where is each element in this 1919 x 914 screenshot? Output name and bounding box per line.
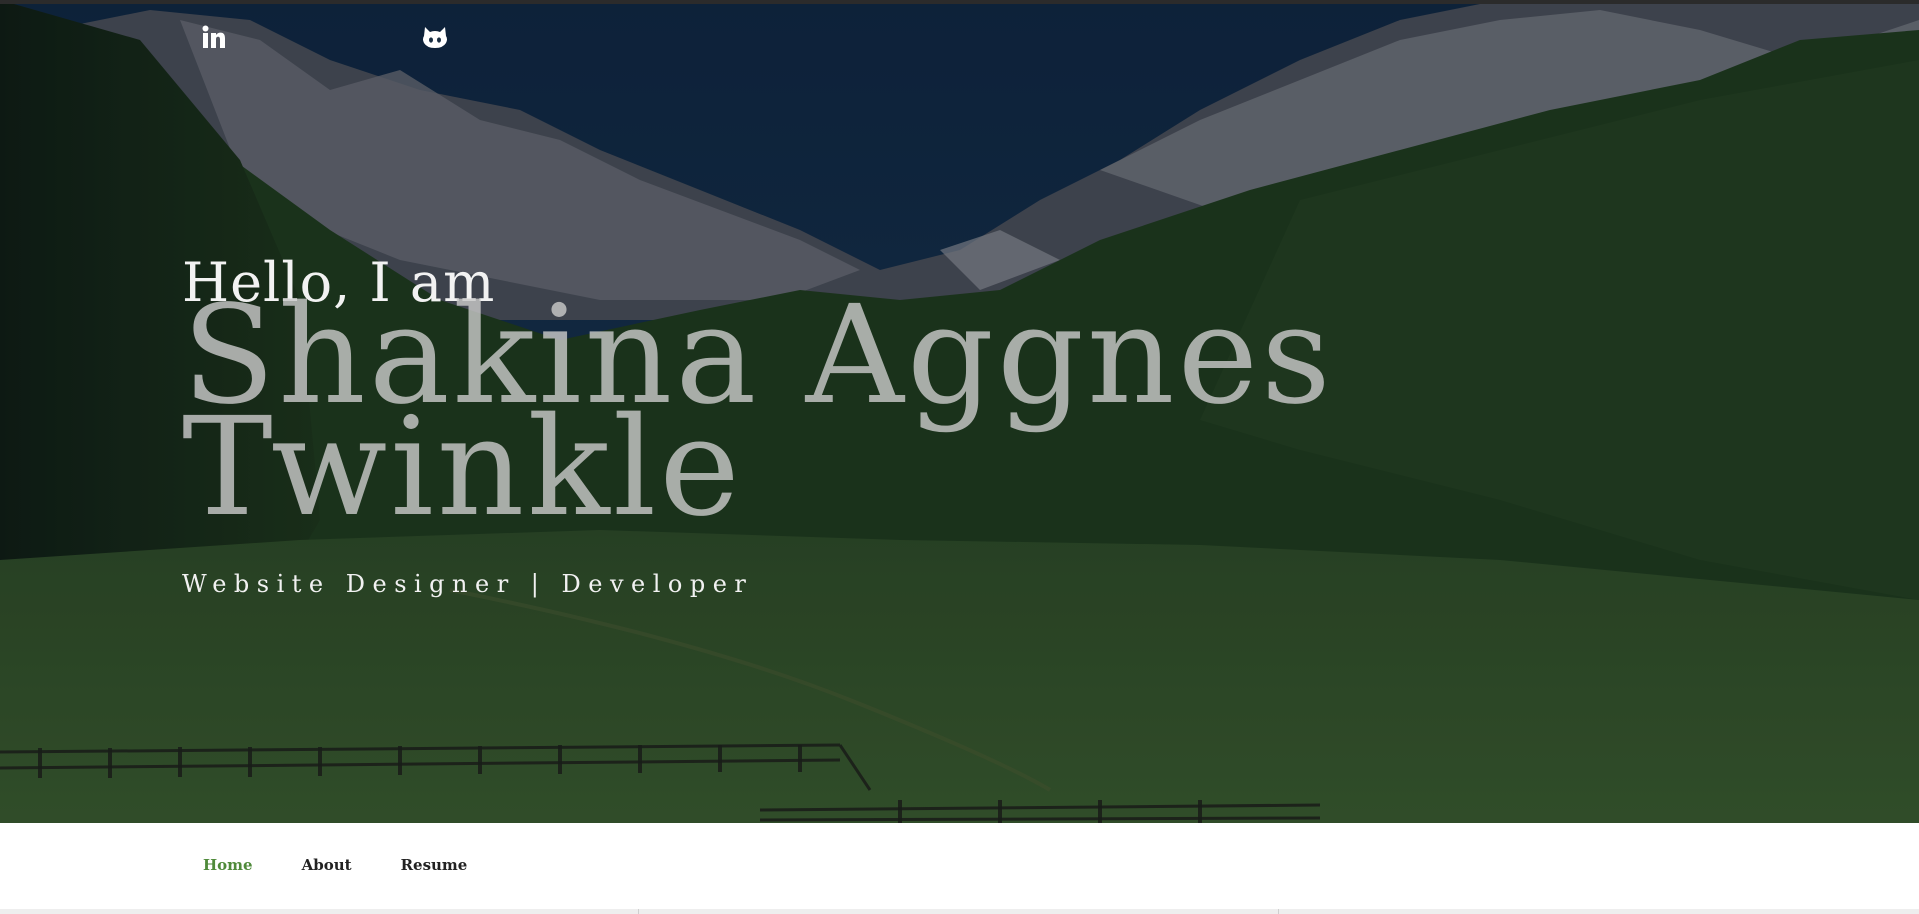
linkedin-link[interactable] bbox=[199, 22, 229, 52]
column-divider bbox=[638, 909, 639, 914]
github-icon bbox=[423, 27, 447, 48]
nav-item-about: About bbox=[302, 855, 352, 874]
column-divider bbox=[1278, 909, 1279, 914]
top-border bbox=[0, 0, 1919, 4]
content-section-top bbox=[0, 909, 1919, 914]
hero-name: Shakina Aggnes Twinkle bbox=[182, 288, 1382, 536]
hero-banner: Hello, I am Shakina Aggnes Twinkle Websi… bbox=[0, 0, 1919, 823]
linkedin-icon bbox=[202, 25, 225, 48]
nav-item-resume: Resume bbox=[401, 855, 468, 874]
nav-link-resume[interactable]: Resume bbox=[401, 856, 468, 874]
github-link[interactable] bbox=[420, 22, 450, 52]
nav-list: Home About Resume bbox=[203, 855, 516, 874]
nav-item-home: Home bbox=[203, 855, 253, 874]
main-navigation: Home About Resume bbox=[0, 823, 1919, 910]
nav-link-about[interactable]: About bbox=[302, 856, 352, 874]
hero-tagline: Website Designer | Developer bbox=[182, 570, 754, 598]
hero-name-line2: Twinkle bbox=[182, 389, 743, 547]
nav-link-home[interactable]: Home bbox=[203, 856, 253, 874]
